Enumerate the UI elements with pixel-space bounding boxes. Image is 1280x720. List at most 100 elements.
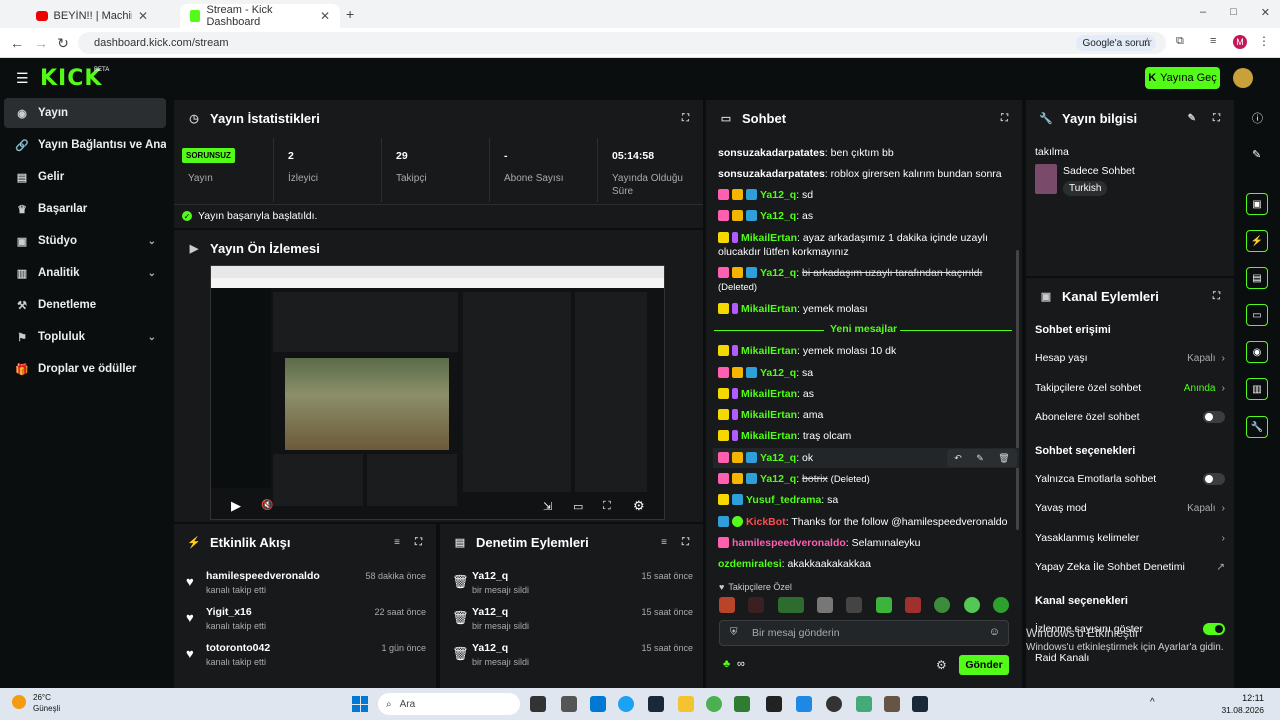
go-live-button[interactable]: K Yayına Geç	[1145, 67, 1220, 89]
filter-icon[interactable]: ≡	[394, 537, 400, 548]
obs-icon[interactable]	[826, 696, 842, 712]
game-icon[interactable]	[856, 696, 872, 712]
sidebar-item-studio[interactable]: ▣ Stüdyo ⌄	[4, 226, 166, 256]
minimize-icon[interactable]: –	[1200, 6, 1206, 19]
edge-icon[interactable]	[618, 696, 634, 712]
new-tab-icon[interactable]: +	[346, 6, 354, 22]
emote-icon[interactable]	[992, 597, 1009, 613]
toolbar-wrench-icon[interactable]: 🔧	[1246, 416, 1268, 438]
expand-icon[interactable]: ⛶	[1213, 291, 1220, 302]
user-avatar[interactable]	[1233, 68, 1253, 88]
sidebar-item-community[interactable]: ⚑ Topluluk ⌄	[4, 322, 166, 352]
windows-start-icon[interactable]	[352, 696, 368, 712]
expand-icon[interactable]: ⛶	[415, 537, 422, 548]
expand-icon[interactable]: ⛶	[682, 113, 689, 124]
emoji-icon[interactable]: ☺	[989, 626, 1000, 638]
taskbar-search[interactable]: ⌕ Ara	[378, 693, 520, 715]
toolbar-chat-icon[interactable]: ▭	[1246, 304, 1268, 326]
chat-settings-gear-icon[interactable]: ⚙	[936, 658, 947, 672]
browser-tab-youtube[interactable]: BEYİN!! | Machinarium #7 - You✕	[26, 4, 158, 28]
profile-avatar[interactable]: M	[1233, 35, 1247, 49]
terminal-icon[interactable]	[766, 696, 782, 712]
extensions-icon[interactable]: ⧉	[1176, 35, 1184, 48]
followers-chat-setting[interactable]: Takipçilere özel sohbet Anında ›	[1035, 380, 1225, 396]
sidebar-item-moderation[interactable]: ⚒ Denetleme	[4, 290, 166, 320]
sidebar-item-achievements[interactable]: ♛ Başarılar	[4, 194, 166, 224]
back-icon[interactable]: ←	[8, 34, 26, 52]
widgets-icon[interactable]	[561, 696, 577, 712]
sidebar-item-drops[interactable]: 🎁 Droplar ve ödüller	[4, 354, 166, 384]
banned-words-setting[interactable]: Yasaklanmış kelimeler ›	[1035, 530, 1225, 546]
slow-mode-setting[interactable]: Yavaş mod Kapalı ›	[1035, 500, 1225, 516]
category-thumbnail[interactable]	[1035, 164, 1057, 194]
toolbar-channel-icon[interactable]: ▥	[1246, 378, 1268, 400]
pencil-icon[interactable]: ✎	[1252, 148, 1261, 161]
kick-points-icon[interactable]: ♣	[723, 658, 730, 670]
emote-icon[interactable]	[846, 597, 863, 613]
toolbar-lightning-icon[interactable]: ⚡	[1246, 230, 1268, 252]
weather-temp[interactable]: 26°C	[33, 693, 51, 702]
steam-icon[interactable]	[912, 696, 928, 712]
emote-icon[interactable]	[748, 597, 765, 613]
maximize-icon[interactable]: □	[1230, 6, 1237, 19]
theater-icon[interactable]: ▭	[573, 500, 583, 513]
filter-icon[interactable]: ≡	[661, 537, 667, 548]
info-icon[interactable]: ⓘ	[1252, 110, 1263, 126]
emote-icon[interactable]	[963, 597, 980, 613]
steam-icon[interactable]	[648, 696, 664, 712]
emote-icon[interactable]	[777, 597, 804, 613]
reload-icon[interactable]: ↻	[54, 34, 72, 52]
sidebar-item-revenue[interactable]: ▤ Gelir	[4, 162, 166, 192]
hamburger-menu-icon[interactable]: ☰	[16, 70, 29, 87]
emote-icon[interactable]	[875, 597, 892, 613]
store-icon[interactable]	[590, 696, 606, 712]
toolbar-record-icon[interactable]: ◉	[1246, 341, 1268, 363]
expand-icon[interactable]: ⛶	[682, 537, 689, 548]
close-window-icon[interactable]: ✕	[1261, 6, 1270, 19]
address-bar[interactable]: dashboard.kick.com/stream Google'a sorun	[78, 32, 1166, 54]
close-tab-icon[interactable]: ✕	[320, 9, 330, 23]
file-explorer-icon[interactable]	[678, 696, 694, 712]
toolbar-document-icon[interactable]: ▤	[1246, 267, 1268, 289]
close-tab-icon[interactable]: ✕	[138, 9, 148, 23]
sidebar-item-stream-key[interactable]: 🔗Yayın Bağlantısı ve Anahtar	[4, 130, 166, 160]
preview-video[interactable]: ▶ 🔇 ⇲ ▭ ⛶ ⚙	[210, 265, 665, 520]
emote-icon[interactable]	[719, 597, 735, 613]
edit-icon[interactable]: ✎	[1188, 113, 1196, 124]
subs-chat-toggle[interactable]	[1203, 411, 1225, 423]
emote-icon[interactable]	[934, 597, 951, 613]
viewer-count-toggle[interactable]	[1203, 623, 1225, 635]
fullscreen-icon[interactable]: ⛶	[603, 500, 611, 513]
expand-icon[interactable]: ⛶	[1213, 113, 1220, 124]
reading-list-icon[interactable]: ≡	[1210, 35, 1216, 47]
pin-icon[interactable]: ✎	[976, 453, 984, 464]
sidebar-item-stream[interactable]: ◉ Yayın	[4, 98, 166, 128]
forward-icon[interactable]: →	[32, 34, 50, 52]
delete-icon[interactable]: 🗑	[998, 453, 1009, 464]
emote-icon[interactable]	[904, 597, 921, 613]
clip-icon[interactable]: ⇲	[543, 500, 552, 513]
mute-icon[interactable]: 🔇	[261, 500, 273, 511]
category-name[interactable]: Sadece Sohbet	[1063, 165, 1135, 177]
bookmark-star-icon[interactable]: ☆	[1142, 35, 1153, 49]
sidebar-item-analytics[interactable]: ▥ Analitik ⌄	[4, 258, 166, 288]
tray-chevron-icon[interactable]: ^	[1150, 697, 1155, 708]
ai-moderation-setting[interactable]: Yapay Zeka İle Sohbet Denetimi ↗	[1035, 559, 1225, 575]
reply-icon[interactable]: ↶	[954, 453, 962, 464]
toolbar-stats-icon[interactable]: ▣	[1246, 193, 1268, 215]
expand-icon[interactable]: ⛶	[1001, 113, 1008, 124]
chat-scrollbar[interactable]	[1016, 250, 1019, 530]
clock-time[interactable]: 12:11	[1222, 693, 1264, 703]
window-controls[interactable]: – □ ✕	[1200, 6, 1270, 19]
send-button[interactable]: Gönder	[959, 655, 1009, 675]
play-icon[interactable]: ▶	[231, 498, 241, 514]
emote-only-toggle[interactable]	[1203, 473, 1225, 485]
game-icon[interactable]	[884, 696, 900, 712]
app-icon[interactable]	[796, 696, 812, 712]
minecraft-icon[interactable]	[734, 696, 750, 712]
task-view-icon[interactable]	[530, 696, 546, 712]
emote-icon[interactable]	[816, 597, 833, 613]
account-age-setting[interactable]: Hesap yaşı Kapalı ›	[1035, 350, 1225, 366]
settings-gear-icon[interactable]: ⚙	[633, 498, 645, 514]
chrome-icon[interactable]	[706, 696, 722, 712]
